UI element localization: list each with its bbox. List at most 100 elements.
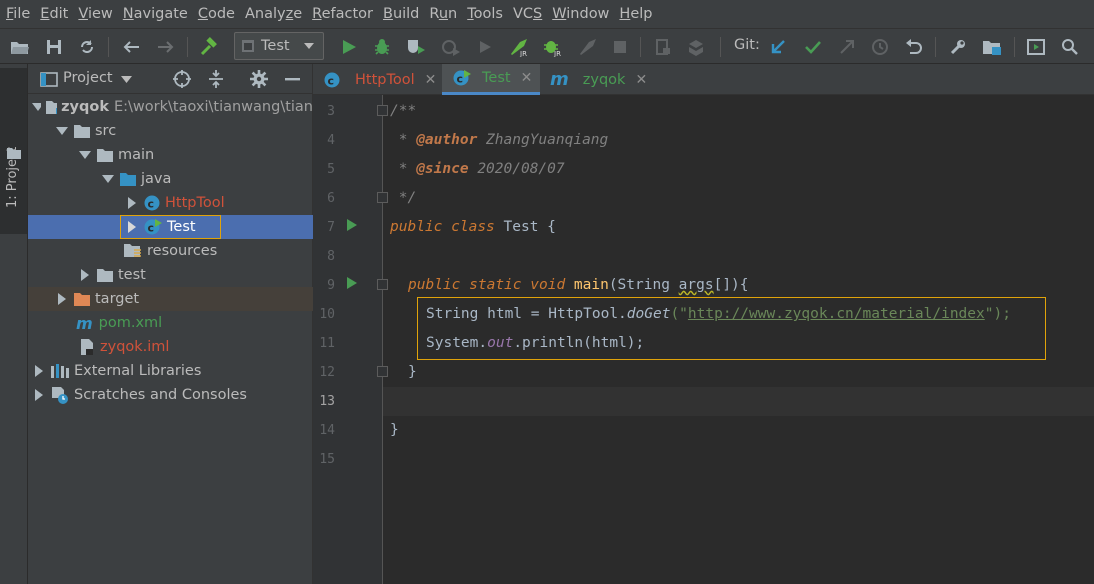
fold-marker-icon[interactable]	[377, 366, 388, 377]
svg-text:c: c	[328, 74, 335, 87]
presentation-icon[interactable]	[1025, 36, 1047, 58]
menu-bar: File Edit View Navigate Code Analyze Refactor B…	[0, 0, 1094, 28]
git-update-icon[interactable]	[767, 36, 789, 58]
deploy-icon[interactable]	[686, 36, 708, 58]
code-line-4: * @author ZhangYuanqiang	[390, 132, 609, 148]
debug-bug-icon[interactable]	[371, 36, 393, 58]
tree-item-scratches[interactable]: Scratches and Consoles	[28, 383, 313, 407]
close-icon[interactable]: ✕	[425, 72, 437, 88]
tree-item-target[interactable]: target	[28, 287, 313, 311]
run-configuration-select[interactable]: Test	[234, 32, 324, 60]
code-highlight-box	[417, 297, 1046, 360]
tree-item-external-libraries[interactable]: External Libraries	[28, 359, 313, 383]
tree-item-label: java	[141, 171, 172, 187]
menu-vcs[interactable]: VCS	[509, 0, 548, 28]
menu-file[interactable]: File	[2, 0, 36, 28]
menu-analyze[interactable]: Analyze	[241, 0, 308, 28]
menu-edit[interactable]: Edit	[36, 0, 74, 28]
locate-target-icon[interactable]	[172, 69, 192, 89]
collapsed-arrow-icon[interactable]	[32, 364, 46, 378]
back-arrow-icon[interactable]	[120, 36, 142, 58]
comment-text: 2020/08/07	[468, 161, 565, 177]
collapsed-arrow-icon[interactable]	[32, 388, 46, 402]
expanded-arrow-icon[interactable]	[31, 100, 41, 114]
tab-zyqok[interactable]: m zyqok ✕	[540, 64, 648, 95]
expanded-arrow-icon[interactable]	[55, 124, 69, 138]
save-icon[interactable]	[43, 36, 65, 58]
build-hammer-icon[interactable]	[198, 36, 220, 58]
tree-item-test-folder[interactable]: test	[28, 263, 313, 287]
menu-run[interactable]: Run	[425, 0, 463, 28]
git-push-icon[interactable]	[836, 36, 858, 58]
profile-icon[interactable]	[440, 36, 462, 58]
tree-item-resources[interactable]: resources	[28, 239, 313, 263]
tree-item-httptool[interactable]: c HttpTool	[28, 191, 313, 215]
stop-icon[interactable]	[609, 36, 631, 58]
gear-icon[interactable]	[250, 70, 268, 88]
fold-marker-icon[interactable]	[377, 279, 388, 290]
collapsed-arrow-icon[interactable]	[55, 292, 69, 306]
forward-arrow-icon[interactable]	[155, 36, 177, 58]
menu-code[interactable]: Code	[194, 0, 241, 28]
minimize-icon[interactable]	[285, 78, 300, 81]
close-icon[interactable]: ✕	[635, 72, 647, 88]
git-commit-icon[interactable]	[802, 36, 824, 58]
close-icon[interactable]: ✕	[521, 70, 533, 86]
search-icon[interactable]	[1059, 36, 1081, 58]
menu-refactor[interactable]: Refactor	[308, 0, 379, 28]
tab-test[interactable]: c Test ✕	[442, 64, 540, 95]
tree-item-label: resources	[147, 243, 218, 259]
settings-wrench-icon[interactable]	[947, 36, 969, 58]
attach-debugger-icon[interactable]	[652, 36, 674, 58]
open-folder-icon[interactable]	[9, 36, 31, 58]
project-tool-window-tab[interactable]: 1: Project	[0, 68, 27, 234]
run-icon[interactable]	[338, 36, 360, 58]
run-gutter-icon[interactable]	[347, 277, 357, 289]
menu-view[interactable]: View	[74, 0, 118, 28]
menu-navigate[interactable]: Navigate	[119, 0, 194, 28]
collapsed-arrow-icon[interactable]	[125, 196, 139, 210]
code-text: []){	[713, 277, 749, 293]
menu-window[interactable]: Window	[548, 0, 615, 28]
jrebel-disabled-icon[interactable]	[576, 36, 598, 58]
collapse-all-icon[interactable]	[206, 69, 226, 89]
coverage-icon[interactable]	[405, 36, 427, 58]
line-number: 6	[327, 191, 335, 206]
fold-marker-icon[interactable]	[377, 105, 388, 116]
menu-tools[interactable]: Tools	[463, 0, 509, 28]
code-editor[interactable]: 3 4 5 6 7 8 9 10 11 12 13 14 15 /** * @a…	[313, 95, 1094, 584]
tree-item-main[interactable]: main	[28, 143, 313, 167]
keyword: void	[530, 277, 566, 293]
tree-item-zyqok[interactable]: zyqok E:\work\taoxi\tianwang\tian	[28, 95, 313, 119]
tab-httptool[interactable]: c HttpTool ✕	[313, 64, 441, 95]
tree-item-label: External Libraries	[74, 363, 202, 379]
fold-marker-icon[interactable]	[377, 192, 388, 203]
jrebel-run-icon[interactable]: JR	[508, 36, 530, 58]
code-line-12: }	[408, 364, 417, 380]
collapsed-arrow-icon[interactable]	[125, 220, 139, 234]
project-view-icon	[40, 72, 58, 87]
project-view-title[interactable]: Project	[63, 70, 113, 86]
run-gutter-icon[interactable]	[347, 219, 357, 231]
expanded-arrow-icon[interactable]	[78, 148, 92, 162]
tree-item-iml[interactable]: zyqok.iml	[28, 335, 313, 359]
sync-icon[interactable]	[76, 36, 98, 58]
tree-item-src[interactable]: src	[28, 119, 313, 143]
line-number: 5	[327, 162, 335, 177]
rollback-icon[interactable]	[903, 36, 925, 58]
chevron-down-icon[interactable]	[121, 76, 132, 83]
history-clock-icon[interactable]	[869, 36, 891, 58]
tree-item-test[interactable]: c Test	[28, 215, 313, 239]
menu-build[interactable]: Build	[379, 0, 425, 28]
expanded-arrow-icon[interactable]	[101, 172, 115, 186]
folder-icon	[74, 125, 90, 138]
collapsed-arrow-icon[interactable]	[78, 268, 92, 282]
project-structure-icon[interactable]	[981, 36, 1003, 58]
jrebel-debug-icon[interactable]: JR	[542, 36, 564, 58]
menu-help[interactable]: Help	[615, 0, 658, 28]
run-disabled-icon[interactable]	[474, 36, 496, 58]
brace: }	[408, 364, 417, 380]
runnable-class-icon: c	[144, 219, 162, 235]
tree-item-java[interactable]: java	[28, 167, 313, 191]
tree-item-pom[interactable]: m pom.xml	[28, 311, 313, 335]
